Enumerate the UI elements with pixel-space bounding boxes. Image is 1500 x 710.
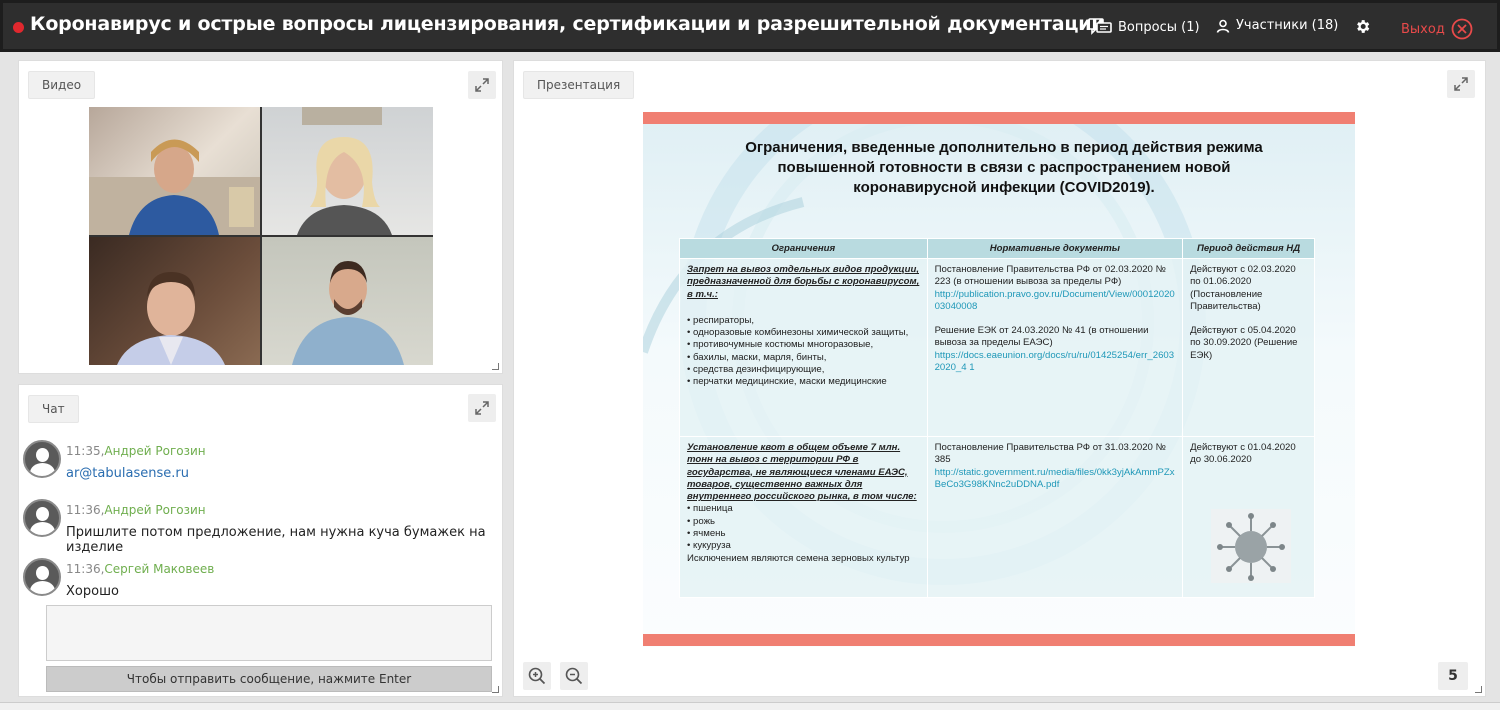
zoom-out-button[interactable]	[560, 662, 588, 690]
video-resize-handle[interactable]	[492, 363, 499, 370]
table-header: Период действия НД	[1182, 238, 1315, 259]
exit-button[interactable]: Выход	[1401, 18, 1473, 40]
questions-button[interactable]: Вопросы (1)	[1088, 18, 1200, 36]
document-link[interactable]: https://docs.eaeunion.org/docs/ru/ru/014…	[935, 350, 1176, 375]
send-hint-button[interactable]: Чтобы отправить сообщение, нажмите Enter	[46, 666, 492, 692]
zoom-out-icon	[565, 667, 583, 685]
webinar-title: Коронавирус и острые вопросы лицензирова…	[30, 13, 1105, 35]
recording-indicator	[13, 22, 24, 33]
chat-resize-handle[interactable]	[492, 686, 499, 693]
close-circle-icon	[1451, 18, 1473, 40]
chat-panel-label: Чат	[28, 395, 79, 423]
table-cell: Постановление Правительства РФ от 31.03.…	[926, 436, 1184, 598]
avatar	[23, 440, 61, 478]
message-text: Пришлите потом предложение, нам нужна ку…	[66, 525, 486, 555]
avatar	[23, 558, 61, 596]
document-link[interactable]: http://publication.pravo.gov.ru/Document…	[935, 289, 1176, 314]
video-expand-button[interactable]	[468, 71, 496, 99]
message-link[interactable]: ar@tabulasense.ru	[66, 466, 189, 481]
video-frame-2	[297, 107, 392, 235]
page-number: 5	[1438, 662, 1468, 690]
video-frame-1	[89, 139, 260, 235]
top-bar: Коронавирус и острые вопросы лицензирова…	[0, 0, 1500, 52]
table-cell: Постановление Правительства РФ от 02.03.…	[926, 258, 1184, 437]
table-header: Нормативные документы	[926, 238, 1184, 259]
video-grid	[89, 107, 433, 365]
settings-button[interactable]	[1354, 18, 1371, 35]
table-row: Установление квот в общем объеме 7 млн. …	[679, 436, 1315, 598]
message-author: Андрей Рогозин	[104, 503, 206, 517]
zoom-in-button[interactable]	[523, 662, 551, 690]
slide-title: Ограничения, введенные дополнительно в п…	[745, 139, 1263, 196]
video-frame-4	[292, 261, 404, 365]
questions-label: Вопросы (1)	[1118, 19, 1200, 35]
chat-panel: Чат 11:35,Андрей Рогозин ar@tabulasense.…	[18, 384, 503, 697]
expand-icon	[1454, 77, 1468, 91]
presentation-resize-handle[interactable]	[1475, 686, 1482, 693]
table-cell: Действуют с 01.04.2020 до 30.06.2020	[1182, 436, 1315, 598]
video-frame-3	[117, 272, 225, 365]
presentation-slide: Ограничения, введенные дополнительно в п…	[643, 112, 1355, 647]
exit-label: Выход	[1401, 21, 1445, 37]
message-author: Андрей Рогозин	[104, 444, 206, 458]
chat-message-input[interactable]	[46, 605, 492, 661]
message-text: Хорошо	[66, 584, 119, 599]
slide-table: Ограничения Нормативные документы Период…	[679, 238, 1315, 598]
document-link[interactable]: http://static.government.ru/media/files/…	[935, 467, 1176, 492]
table-header: Ограничения	[679, 238, 928, 259]
chat-message: 11:36,Андрей Рогозин Пришлите потом пред…	[23, 499, 493, 555]
message-meta: 11:35,Андрей Рогозин	[66, 444, 206, 458]
table-cell: Запрет на вывоз отдельных видов продукци…	[679, 258, 928, 437]
video-panel-label: Видео	[28, 71, 96, 99]
virus-icon	[1211, 509, 1292, 583]
video-participant-1[interactable]	[89, 107, 260, 235]
presentation-panel: Презентация Ограничения, введенные допол…	[513, 60, 1486, 697]
table-row: Запрет на вывоз отдельных видов продукци…	[679, 258, 1315, 437]
chat-expand-button[interactable]	[468, 394, 496, 422]
message-meta: 11:36,Сергей Маковеев	[66, 562, 215, 576]
chat-message: 11:35,Андрей Рогозин ar@tabulasense.ru	[23, 440, 493, 496]
chat-bubbles-icon	[1088, 18, 1112, 35]
presentation-expand-button[interactable]	[1447, 70, 1475, 98]
video-panel: Видео	[18, 60, 503, 374]
video-participant-3[interactable]	[89, 237, 260, 365]
table-cell: Действуют с 02.03.2020 по 01.06.2020 (По…	[1182, 258, 1315, 437]
participants-label: Участники (18)	[1236, 18, 1339, 33]
gear-icon	[1357, 20, 1370, 33]
slide-bottom-bar	[643, 634, 1355, 646]
message-author: Сергей Маковеев	[104, 562, 215, 576]
window-bottom-strip	[0, 702, 1500, 710]
video-participant-4[interactable]	[262, 237, 433, 365]
participants-button[interactable]: Участники (18)	[1216, 18, 1338, 33]
presentation-panel-label: Презентация	[523, 71, 635, 99]
video-participant-2[interactable]	[262, 107, 433, 235]
user-icon	[1216, 19, 1230, 33]
zoom-in-icon	[528, 667, 546, 685]
avatar	[23, 499, 61, 537]
expand-icon	[475, 78, 489, 92]
message-meta: 11:36,Андрей Рогозин	[66, 503, 206, 517]
table-cell: Установление квот в общем объеме 7 млн. …	[679, 436, 928, 598]
slide-top-bar	[643, 112, 1355, 124]
expand-icon	[475, 401, 489, 415]
